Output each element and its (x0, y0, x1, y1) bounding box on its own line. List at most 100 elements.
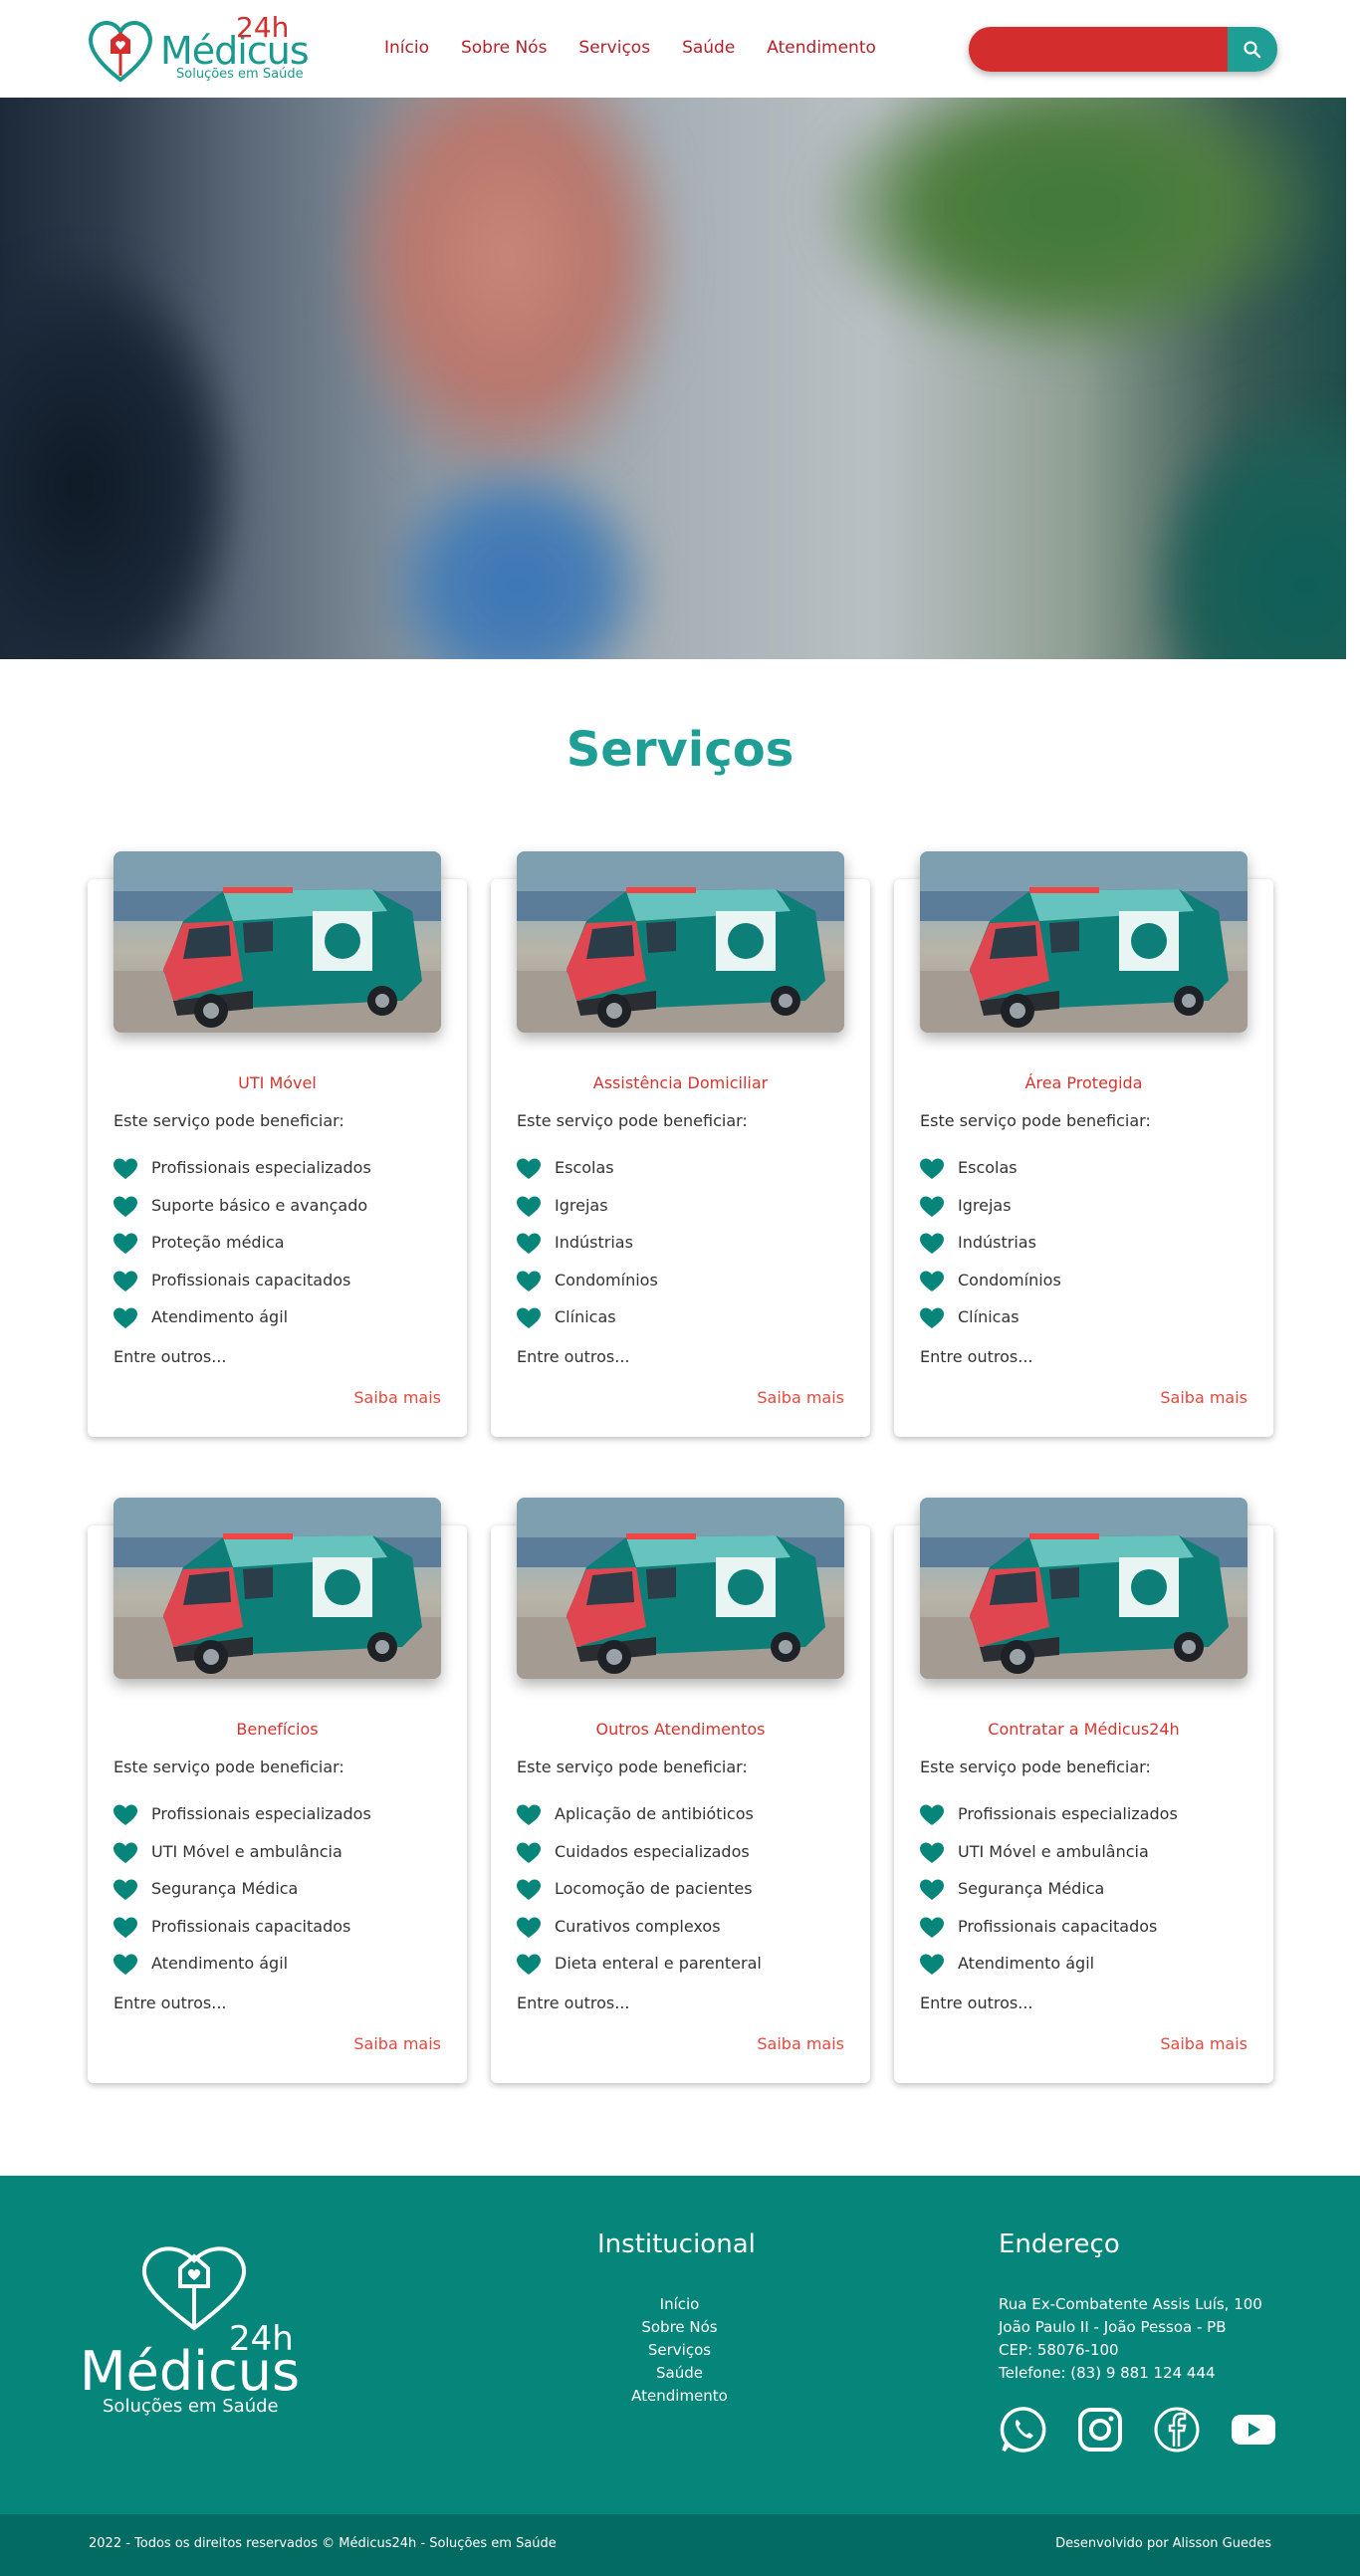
benefit-item: Dieta enteral e parenteral (517, 1954, 762, 1991)
benefit-item: Indústrias (517, 1233, 658, 1271)
benefit-text: Curativos complexos (555, 1916, 721, 1936)
benefit-item: Clínicas (920, 1307, 1061, 1345)
logo-24h: 24h (236, 11, 290, 44)
benefit-item: Suporte básico e avançado (113, 1196, 371, 1234)
bottom-bar: 2022 - Todos os direitos reservados © Mé… (0, 2514, 1360, 2576)
hero-banner-image (0, 98, 1346, 659)
heart-icon (113, 1233, 137, 1254)
service-card-image (517, 851, 844, 1033)
service-card-more: Entre outros... (920, 1347, 1033, 1366)
service-card-title: Contratar a Médicus24h (988, 1720, 1180, 1739)
service-card-title: Assistência Domiciliar (592, 1073, 769, 1092)
search-button[interactable] (1228, 27, 1277, 72)
saiba-mais-link[interactable]: Saiba mais (353, 2034, 441, 2054)
service-card-image (517, 1498, 844, 1679)
nav-sobre-nos[interactable]: Sobre Nós (461, 37, 547, 59)
service-card-more: Entre outros... (920, 1993, 1033, 2012)
service-card: UTI Móvel Este serviço pode beneficiar: Pr… (88, 851, 467, 1437)
service-card-intro: Este serviço pode beneficiar: (517, 1111, 748, 1130)
heart-icon (113, 1271, 137, 1291)
whatsapp-icon[interactable] (999, 2405, 1048, 2455)
benefit-item: Profissionais especializados (920, 1804, 1178, 1842)
benefit-item: Curativos complexos (517, 1917, 762, 1955)
saiba-mais-link[interactable]: Saiba mais (757, 2034, 844, 2054)
heart-icon (113, 1307, 137, 1328)
address-city: João Paulo II - João Pessoa - PB (999, 2318, 1227, 2336)
service-card: Outros Atendimentos Este serviço pode ben… (491, 1498, 870, 2083)
benefit-text: Profissionais capacitados (151, 1270, 351, 1289)
heart-icon (920, 1917, 944, 1938)
heart-stethoscope-logo-icon (89, 21, 152, 83)
site-footer: Médicus 24h Soluções em Saúde Institucio… (0, 2176, 1360, 2514)
facebook-icon[interactable] (1152, 2405, 1202, 2455)
service-card-image (920, 1498, 1247, 1679)
service-card-image (113, 851, 441, 1033)
nav-saude[interactable]: Saúde (682, 37, 735, 59)
service-card: Benefícios Este serviço pode beneficiar: P… (88, 1498, 467, 2083)
heart-icon (113, 1842, 137, 1863)
benefit-item: Locomoção de pacientes (517, 1879, 762, 1917)
benefit-text: Cuidados especializados (555, 1841, 750, 1861)
service-card-more: Entre outros... (517, 1993, 630, 2012)
benefit-text: Atendimento ágil (151, 1307, 289, 1326)
saiba-mais-link[interactable]: Saiba mais (353, 1388, 441, 1408)
saiba-mais-link[interactable]: Saiba mais (1160, 1388, 1247, 1408)
benefit-list: Escolas Igrejas Indústrias Condomínios Clíni… (517, 1158, 658, 1345)
service-card-title: Área Protegida (1024, 1073, 1143, 1092)
heart-icon (920, 1879, 944, 1900)
heart-icon (517, 1196, 541, 1217)
instagram-icon[interactable] (1075, 2405, 1125, 2455)
services-title: Serviços (566, 722, 794, 778)
footer-link-atendimento[interactable]: Atendimento (577, 2385, 782, 2408)
benefit-text: Locomoção de pacientes (555, 1879, 753, 1898)
nav-atendimento[interactable]: Atendimento (767, 37, 876, 59)
heart-icon (113, 1196, 137, 1217)
site-logo[interactable]: Médicus 24h Soluções em Saúde (85, 14, 314, 84)
footer-logo[interactable]: Médicus 24h Soluções em Saúde (80, 2230, 309, 2420)
service-card-more: Entre outros... (113, 1347, 227, 1366)
heart-icon (113, 1954, 137, 1975)
heart-icon (920, 1804, 944, 1825)
heart-icon (113, 1804, 137, 1825)
service-card-image (920, 851, 1247, 1033)
benefit-list: Aplicação de antibióticos Cuidados especi… (517, 1804, 762, 1991)
heart-icon (517, 1954, 541, 1975)
main-nav: Início Sobre Nós Serviços Saúde Atendime… (384, 37, 908, 59)
benefit-item: Escolas (517, 1158, 658, 1196)
nav-inicio[interactable]: Início (384, 37, 429, 59)
saiba-mais-link[interactable]: Saiba mais (1160, 2034, 1247, 2054)
footer-address: Rua Ex-Combatente Assis Luís, 100 João P… (999, 2293, 1262, 2385)
heart-icon (920, 1158, 944, 1179)
service-card-intro: Este serviço pode beneficiar: (920, 1757, 1151, 1776)
benefit-text: Segurança Médica (958, 1879, 1105, 1898)
benefit-text: Proteção médica (151, 1233, 285, 1252)
search-input[interactable] (969, 27, 1228, 72)
benefit-text: Profissionais capacitados (151, 1916, 351, 1936)
benefit-text: Profissionais especializados (151, 1804, 371, 1823)
footer-logo-24h: 24h (229, 2319, 294, 2359)
benefit-item: Atendimento ágil (920, 1954, 1178, 1991)
footer-link-inicio[interactable]: Início (577, 2293, 782, 2316)
benefit-item: Profissionais capacitados (113, 1271, 371, 1308)
ambulance-photo (920, 851, 1247, 1033)
footer-link-sobre-nos[interactable]: Sobre Nós (577, 2316, 782, 2339)
youtube-icon[interactable] (1229, 2405, 1278, 2455)
footer-link-saude[interactable]: Saúde (577, 2362, 782, 2385)
heart-icon (920, 1196, 944, 1217)
service-card-more: Entre outros... (517, 1347, 630, 1366)
saiba-mais-link[interactable]: Saiba mais (757, 1388, 844, 1408)
footer-link-servicos[interactable]: Serviços (577, 2339, 782, 2362)
heart-icon (920, 1271, 944, 1291)
benefit-item: Profissionais especializados (113, 1804, 371, 1842)
nav-servicos[interactable]: Serviços (578, 37, 650, 59)
heart-icon (113, 1917, 137, 1938)
benefit-item: Aplicação de antibióticos (517, 1804, 762, 1842)
service-card: Contratar a Médicus24h Este serviço pode … (894, 1498, 1273, 2083)
benefit-text: Dieta enteral e parenteral (555, 1954, 762, 1973)
benefit-text: Igrejas (555, 1195, 608, 1215)
service-card-intro: Este serviço pode beneficiar: (113, 1111, 344, 1130)
benefit-text: Condomínios (555, 1270, 658, 1289)
developer-credit[interactable]: Desenvolvido por Alisson Guedes (1055, 2535, 1271, 2553)
benefit-text: Profissionais capacitados (958, 1916, 1158, 1936)
benefit-text: Indústrias (555, 1233, 633, 1252)
